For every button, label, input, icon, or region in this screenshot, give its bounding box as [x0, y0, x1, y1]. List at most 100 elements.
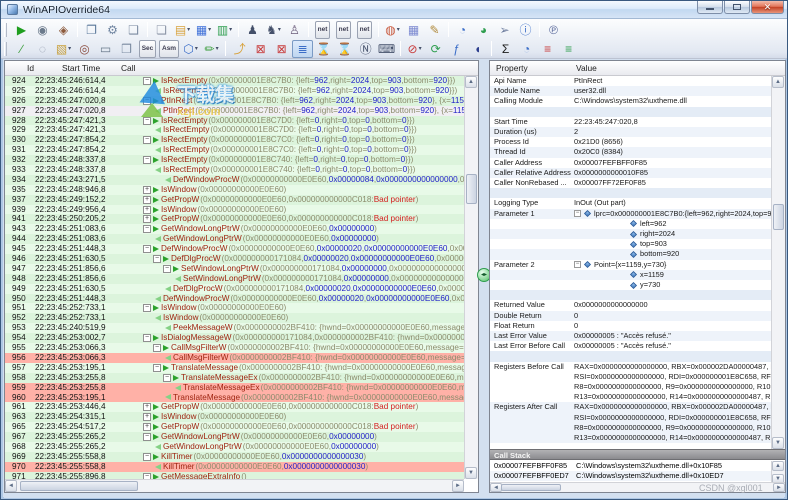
callstack-hscroll-thumb[interactable] [501, 484, 561, 491]
collapse-icon[interactable]: − [143, 304, 151, 312]
refresh-button[interactable]: ⟳ [425, 40, 446, 58]
log-horizontal-scrollbar[interactable]: ◄ ► [5, 479, 464, 492]
pen-tool-button[interactable]: ∕ [11, 40, 32, 58]
property-row[interactable]: Caller Relative Address0x0000000000010F8… [490, 168, 771, 178]
log-row[interactable]: 93022:23:45:247:854,2−IsRectEmpty(0x0000… [5, 135, 464, 145]
attach-process-button[interactable]: ◉ [32, 21, 53, 39]
log-row[interactable]: 92622:23:45:247:020,8−PtInRect(0x0000000… [5, 96, 464, 106]
minimize-button[interactable] [697, 1, 723, 14]
dotnet-profiler-button[interactable]: net [312, 21, 333, 39]
property-row[interactable]: x=1159 [490, 270, 771, 280]
property-row[interactable]: Parameter 1−lprc=0x000000001E8C7B0:{left… [490, 209, 771, 219]
log-row[interactable]: 95322:23:45:240:519,9PeekMessageW(0x0000… [5, 323, 464, 333]
report-bars-button[interactable]: ≡ [537, 40, 558, 58]
log-vscroll-thumb[interactable] [466, 174, 477, 204]
expand-icon[interactable]: + [143, 403, 151, 411]
dropdown-caret-icon[interactable]: ▾ [187, 26, 190, 33]
log-row[interactable]: 96122:23:45:253:446,4+GetPropW(0x0000000… [5, 402, 464, 412]
property-row[interactable] [490, 107, 771, 117]
expand-icon[interactable]: + [143, 206, 151, 214]
api-database-button[interactable]: ⬡▾ [180, 40, 201, 58]
dropdown-caret-icon[interactable]: ▾ [419, 45, 422, 52]
log-row[interactable]: 96822:23:45:255:265,2GetWindowLongPtrW(0… [5, 442, 464, 452]
property-row[interactable]: Process Id0x21D0 (8656) [490, 137, 771, 147]
expand-icon[interactable]: + [143, 215, 151, 223]
target-window-button[interactable]: ◎ [74, 40, 95, 58]
log-row[interactable]: 93722:23:45:249:152,2+GetPropW(0x0000000… [5, 195, 464, 205]
scroll-right-icon[interactable]: ► [773, 483, 785, 492]
details-column-value[interactable]: Value [576, 63, 597, 73]
log-row[interactable]: 95922:23:45:253:255,8TranslateMessageEx(… [5, 383, 464, 393]
log-row[interactable]: 96722:23:45:255:265,2−GetWindowLongPtrW(… [5, 432, 464, 442]
collapse-icon[interactable]: − [153, 344, 161, 352]
statistics-button[interactable]: ◔ [516, 40, 537, 58]
save-all-button[interactable]: ▥▾ [214, 21, 235, 39]
open-file-button[interactable]: ▤▾ [172, 21, 193, 39]
log-row[interactable]: 93422:23:45:243:271,5DefWindowProcW(0x00… [5, 175, 464, 185]
property-row[interactable]: Thread Id0x20C0 (8384) [490, 147, 771, 157]
remove-monitoring-button[interactable]: ⊠ [250, 40, 271, 58]
log-row[interactable]: 94122:23:45:250:205,2+GetPropW(0x0000000… [5, 214, 464, 224]
security-view-button[interactable]: Sec [137, 40, 158, 58]
collapse-icon[interactable]: − [143, 334, 151, 342]
log-row[interactable]: 93222:23:45:248:337,8−IsRectEmpty(0x0000… [5, 155, 464, 165]
expand-icon[interactable]: + [143, 423, 151, 431]
scroll-up-icon[interactable]: ▲ [465, 76, 477, 88]
log-row[interactable]: 93922:23:45:249:956,4+IsWindow(0x0000000… [5, 205, 464, 215]
log-row[interactable]: 94922:23:45:251:630,5DefDlgProcW(0x00000… [5, 284, 464, 294]
toolbar-grip[interactable] [4, 23, 7, 37]
callstack-horizontal-scrollbar[interactable]: ◄ ► [490, 482, 785, 492]
property-row[interactable]: Start Time22:23:45:247:020,8 [490, 117, 771, 127]
assembler-view-button[interactable]: Asm [158, 40, 180, 58]
log-column-start-time[interactable]: Start Time [62, 63, 100, 73]
log-row[interactable]: 95022:23:45:251:448,3DefWindowProcW(0x00… [5, 294, 464, 304]
property-row[interactable]: Parameter 2−Point={x=1159,y=730} [490, 260, 771, 270]
log-row[interactable]: 94622:23:45:251:630,5−DefDlgProcW(0x0000… [5, 254, 464, 264]
log-row[interactable]: 92422:23:45:246:614,4−IsRectEmpty(0x0000… [5, 76, 464, 86]
property-row[interactable]: Calling ModuleC:\Windows\system32\uxthem… [490, 96, 771, 106]
about-button[interactable]: ⓘ [515, 21, 536, 39]
property-row[interactable]: top=903 [490, 239, 771, 249]
log-row[interactable]: 96922:23:45:255:558,8−KillTimer(0x000000… [5, 452, 464, 462]
copy-button[interactable]: ❒ [116, 40, 137, 58]
property-row[interactable]: Last Error Value0x00000005 : "Accès refu… [490, 331, 771, 341]
log-row[interactable]: 92522:23:45:246:614,4IsRectEmpty(0x00000… [5, 86, 464, 96]
collapse-icon[interactable]: − [574, 210, 581, 217]
collapse-icon[interactable]: − [574, 261, 581, 268]
notes-button[interactable]: ✎ [424, 21, 445, 39]
log-row[interactable]: 96022:23:45:253:195,1TranslateMessage(0x… [5, 393, 464, 403]
collapse-icon[interactable]: − [153, 255, 161, 263]
collapse-icon[interactable]: − [143, 77, 151, 85]
log-row[interactable]: 95122:23:45:252:733,1−IsWindow(0x0000000… [5, 303, 464, 313]
edit-filter-button[interactable]: ✏▾ [201, 40, 222, 58]
screenshot-button[interactable]: ▧▾ [53, 40, 74, 58]
log-row[interactable]: 95222:23:45:252:733,1IsWindow(0x00000000… [5, 313, 464, 323]
log-row[interactable]: 93522:23:45:248:946,8+IsWindow(0x0000000… [5, 185, 464, 195]
scroll-up-icon[interactable]: ▲ [772, 461, 784, 471]
collapse-icon[interactable]: − [163, 265, 171, 273]
scroll-left-icon[interactable]: ◄ [5, 480, 17, 492]
call-function-button[interactable]: ƒ [446, 40, 467, 58]
remove-all-monitoring-button[interactable]: ⊠ [271, 40, 292, 58]
details-vertical-scrollbar[interactable]: ▲ ▼ [771, 76, 785, 449]
property-row[interactable]: Caller Address0x00007FEFBFF0F85 [490, 158, 771, 168]
collapse-icon[interactable]: − [143, 245, 151, 253]
run-button[interactable]: ▶ [11, 21, 32, 39]
dropdown-caret-icon[interactable]: ▾ [68, 45, 71, 52]
property-row[interactable] [490, 290, 771, 300]
new-file-button[interactable]: ❏ [151, 21, 172, 39]
collapse-icon[interactable]: − [153, 364, 161, 372]
log-row[interactable]: 95622:23:45:253:066,3CallMsgFilterW(0x00… [5, 353, 464, 363]
expand-icon[interactable]: + [143, 413, 151, 421]
collapse-icon[interactable]: − [143, 453, 151, 461]
property-row[interactable] [490, 351, 771, 361]
log-row[interactable]: 94722:23:45:251:856,6−SetWindowLongPtrW(… [5, 264, 464, 274]
property-row[interactable] [490, 188, 771, 198]
report-button[interactable]: ➢ [494, 21, 515, 39]
log-vertical-scrollbar[interactable]: ▲ ▼ [464, 76, 478, 479]
dropdown-caret-icon[interactable]: ▾ [397, 26, 400, 33]
module-list-button[interactable]: ❑ [123, 21, 144, 39]
log-row[interactable]: 92722:23:45:247:020,8PtInRect(0x00000000… [5, 106, 464, 116]
log-row[interactable]: 92922:23:45:247:421,3IsRectEmpty(0x00000… [5, 125, 464, 135]
collapse-icon[interactable]: − [143, 97, 151, 105]
